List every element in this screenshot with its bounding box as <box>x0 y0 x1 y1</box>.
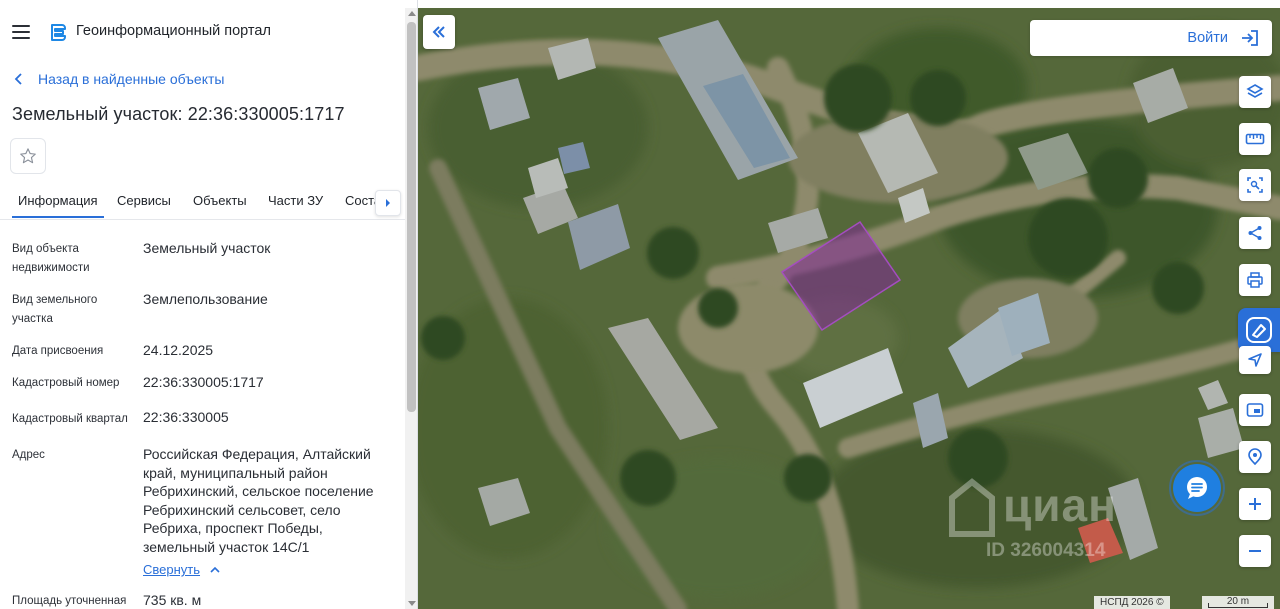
collapse-panel-button[interactable] <box>423 15 455 49</box>
share-icon <box>1248 226 1262 240</box>
map-scale-bar: 20 m <box>1202 596 1274 609</box>
star-icon <box>20 148 36 164</box>
screen-button[interactable] <box>1239 394 1271 426</box>
ruler-icon <box>1245 133 1265 145</box>
measure-button[interactable] <box>1239 123 1271 155</box>
chat-button-inner <box>1173 464 1221 512</box>
panel-header: Геоинформационный портал <box>0 0 405 62</box>
field-value-cadastral-number: 22:36:330005:1717 <box>143 374 264 390</box>
panel-scrollbar[interactable] <box>405 8 417 609</box>
tab-objects[interactable]: Объекты <box>193 193 247 208</box>
screen-icon <box>1246 403 1264 417</box>
zoom-out-button[interactable] <box>1239 535 1271 567</box>
satellite-map[interactable]: Войти циан ID 326004314 НСПД 2026 © 20 m <box>418 8 1280 609</box>
field-label-cadastral-quarter: Кадастровый квартал <box>12 413 128 425</box>
draw-icon <box>1246 317 1272 343</box>
field-value-assignment-date: 24.12.2025 <box>143 342 214 358</box>
tab-parcel-parts[interactable]: Части ЗУ <box>268 193 323 208</box>
field-label-object-type: Вид объекта недвижимости <box>12 243 90 274</box>
field-value-parcel-type: Землепользование <box>143 291 268 307</box>
tab-services[interactable]: Сервисы <box>117 193 171 208</box>
layers-button[interactable] <box>1239 76 1271 108</box>
chevron-left-icon <box>14 73 22 85</box>
location-pin-icon <box>1248 448 1262 466</box>
favorite-button[interactable] <box>10 138 46 174</box>
tabs-scroll-right-button[interactable] <box>375 190 401 216</box>
field-label-address: Адрес <box>12 449 45 461</box>
back-to-results-link[interactable]: Назад в найденные объекты <box>14 70 224 88</box>
app-title: Геоинформационный портал <box>76 23 271 39</box>
satellite-imagery <box>418 8 1280 609</box>
login-label: Войти <box>1187 30 1228 46</box>
zoom-in-button[interactable] <box>1239 488 1271 520</box>
scroll-thumb[interactable] <box>407 22 416 412</box>
field-label-assignment-date: Дата присвоения <box>12 345 104 357</box>
select-area-button[interactable] <box>1239 169 1271 201</box>
back-link-label: Назад в найденные объекты <box>38 71 225 87</box>
collapse-address-link[interactable]: Свернуть <box>143 562 220 577</box>
field-label-area: Площадь уточненная <box>12 595 127 607</box>
field-value-cadastral-quarter: 22:36:330005 <box>143 409 229 425</box>
hamburger-menu-icon[interactable] <box>12 25 30 39</box>
portal-logo-icon <box>51 24 66 41</box>
print-button[interactable] <box>1239 264 1271 296</box>
collapse-label: Свернуть <box>143 562 201 577</box>
login-icon <box>1242 30 1258 46</box>
field-value-object-type: Земельный участок <box>143 240 271 256</box>
share-button[interactable] <box>1239 217 1271 249</box>
side-panel: Геоинформационный портал Назад в найденн… <box>0 0 418 609</box>
chevron-up-icon <box>210 566 220 573</box>
tab-information[interactable]: Информация <box>12 193 104 218</box>
login-button[interactable]: Войти <box>1030 20 1272 56</box>
field-label-parcel-type: Вид земельного участка <box>12 294 98 325</box>
scroll-up-arrow-icon[interactable] <box>408 11 416 16</box>
zoom-out-icon <box>1249 550 1261 552</box>
chat-icon <box>1187 477 1207 499</box>
location-pin-button[interactable] <box>1239 441 1271 473</box>
field-value-area: 735 кв. м <box>143 592 202 608</box>
layers-icon <box>1246 84 1264 98</box>
print-icon <box>1247 272 1263 288</box>
double-chevron-left-icon <box>432 26 445 38</box>
zoom-in-icon <box>1249 498 1261 510</box>
map-attribution: НСПД 2026 © <box>1094 596 1170 609</box>
field-label-cadastral-number: Кадастровый номер <box>12 377 120 389</box>
caret-right-icon <box>386 199 390 207</box>
geolocation-button[interactable] <box>1239 346 1271 374</box>
object-tabs: Информация Сервисы Объекты Части ЗУ Сост… <box>0 186 405 220</box>
geolocation-icon <box>1248 353 1262 367</box>
object-title: Земельный участок: 22:36:330005:1717 <box>12 104 345 124</box>
field-value-address: Российская Федерация, Алтайский край, му… <box>143 446 374 555</box>
select-area-icon <box>1247 177 1263 193</box>
chat-button[interactable] <box>1169 460 1225 516</box>
scroll-down-arrow-icon[interactable] <box>408 601 416 606</box>
